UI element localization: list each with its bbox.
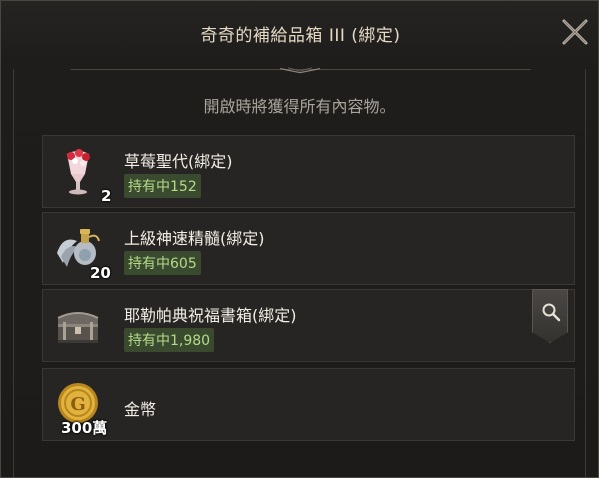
- treasure-chest-icon: [53, 300, 103, 350]
- svg-text:G: G: [70, 394, 85, 415]
- list-item[interactable]: 20 上級神速精髓(綁定) 持有中605: [42, 212, 575, 285]
- search-icon: [542, 303, 561, 322]
- reward-box-dialog: 奇奇的補給品箱 III (綁定) 開啟時將獲得所有內容物。 2 草莓聖代(綁定)…: [0, 0, 599, 478]
- list-item[interactable]: 耶勒帕典祝福書箱(綁定) 持有中1,980: [42, 289, 575, 362]
- item-detail-search-button[interactable]: [532, 289, 568, 343]
- item-name: 草莓聖代(綁定): [124, 152, 233, 171]
- owned-count: 持有中1,980: [124, 328, 215, 352]
- item-quantity: 300萬: [61, 419, 108, 437]
- item-name: 金幣: [124, 400, 157, 419]
- list-item[interactable]: G 300萬 金幣: [42, 368, 575, 441]
- title-bar: 奇奇的補給品箱 III (綁定): [1, 1, 599, 69]
- item-quantity: 20: [90, 264, 111, 282]
- dialog-subtitle: 開啟時將獲得所有內容物。: [203, 97, 396, 116]
- item-quantity: 2: [101, 187, 112, 205]
- close-icon[interactable]: [560, 17, 590, 47]
- list-item[interactable]: 2 草莓聖代(綁定) 持有中152: [42, 135, 575, 208]
- owned-count: 持有中605: [124, 251, 201, 275]
- item-name: 耶勒帕典祝福書箱(綁定): [124, 306, 297, 325]
- dialog-title: 奇奇的補給品箱 III (綁定): [200, 26, 401, 46]
- strawberry-parfait-icon: [53, 146, 103, 196]
- owned-count: 持有中152: [124, 174, 201, 198]
- item-name: 上級神速精髓(綁定): [124, 229, 265, 248]
